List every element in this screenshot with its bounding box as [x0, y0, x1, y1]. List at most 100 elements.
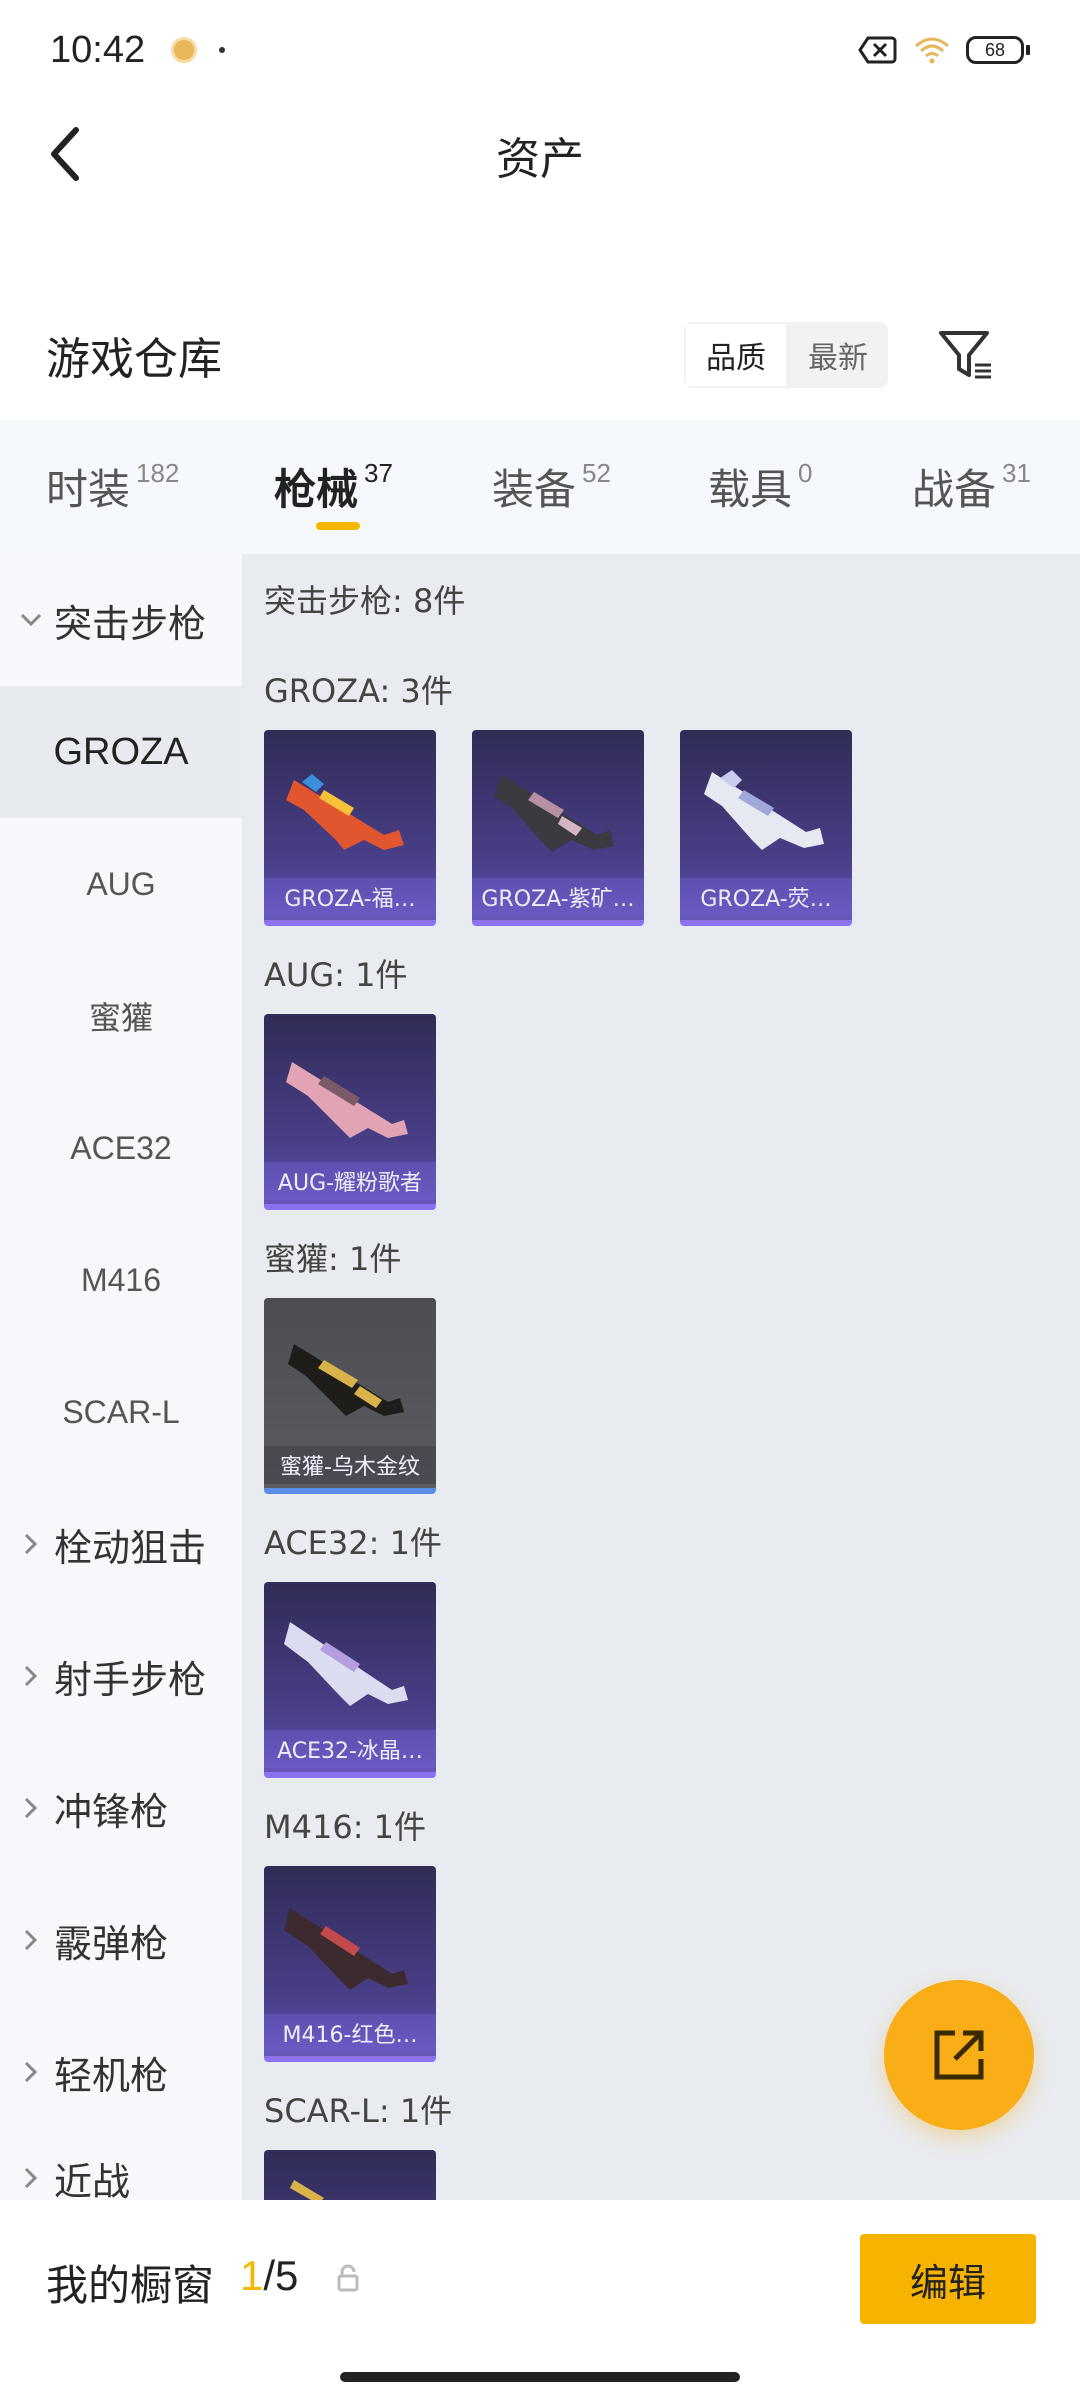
item-name: GROZA-福… — [264, 878, 436, 916]
showcase-current: 1 — [240, 2252, 264, 2299]
home-indicator — [340, 2372, 740, 2382]
tab-count: 0 — [798, 458, 813, 488]
item-card[interactable]: 蜜獾-乌木金纹 — [264, 1298, 436, 1494]
weapon-image — [704, 770, 824, 850]
active-tab-indicator — [316, 522, 360, 530]
header: 资产 — [0, 100, 1080, 210]
group-header: 蜜獾: 1件 — [264, 1240, 402, 1278]
item-name: GROZA-荧… — [680, 878, 852, 916]
sidebar-item-groza[interactable]: GROZA — [0, 686, 242, 818]
status-dot — [219, 47, 226, 53]
notification-icon — [171, 37, 198, 63]
weapon-image — [286, 1062, 408, 1138]
sidebar-category-bolt-sniper[interactable]: 栓动狙击 — [0, 1478, 242, 1610]
wifi-icon — [915, 37, 949, 64]
tab-battle-gear[interactable]: 战备 31 — [912, 456, 1031, 517]
sidebar-category-melee[interactable]: 近战 — [0, 2138, 242, 2200]
item-name: AUG-耀粉歌者 — [264, 1162, 436, 1200]
item-grid: 突击步枪: 8件 GROZA: 3件 GROZA-福… GROZA-紫矿… GR… — [242, 554, 1080, 2200]
sidebar-category-label: 栓动狙击 — [54, 1525, 207, 1570]
page-title: 资产 — [496, 134, 584, 185]
tab-count: 31 — [1002, 458, 1031, 488]
sidebar-item-aug[interactable]: AUG — [0, 818, 242, 950]
weapon-image — [284, 1908, 408, 1990]
category-tabs: 时装 182 枪械 37 装备 52 载具 0 战备 31 — [0, 420, 1080, 554]
chevron-right-icon — [18, 2165, 44, 2191]
sort-toggle: 品质 最新 — [684, 322, 888, 388]
status-time: 10:42 — [50, 28, 146, 71]
sidebar-category-label: 近战 — [54, 2159, 131, 2201]
item-name: M416-红色… — [264, 2014, 436, 2052]
tab-vehicles[interactable]: 载具 0 — [708, 456, 812, 517]
close-box-icon — [858, 36, 897, 64]
tab-fashion[interactable]: 时装 182 — [46, 456, 179, 517]
category-header: 突击步枪: 8件 — [264, 582, 466, 620]
sidebar-item-ace32[interactable]: ACE32 — [0, 1082, 242, 1214]
sidebar-category-label: 突击步枪 — [54, 601, 207, 646]
sidebar-category-shotgun[interactable]: 霰弹枪 — [0, 1874, 242, 2006]
chevron-left-icon — [51, 127, 79, 181]
tab-label: 载具 — [708, 465, 793, 514]
chevron-right-icon — [18, 1795, 44, 1821]
group-header: M416: 1件 — [264, 1808, 427, 1846]
item-card[interactable]: GROZA-紫矿… — [472, 730, 644, 926]
group-header: GROZA: 3件 — [264, 672, 453, 710]
sidebar-category-label: 射手步枪 — [54, 1657, 207, 1702]
filter-button[interactable] — [932, 322, 998, 388]
weapon-image — [284, 1622, 408, 1706]
sidebar-item-honey-badger[interactable]: 蜜獾 — [0, 950, 242, 1082]
tab-label: 时装 — [46, 465, 131, 514]
status-icons: 68 — [858, 34, 1030, 66]
status-bar: 10:42 68 — [0, 0, 1080, 100]
sidebar-category-marksman-rifle[interactable]: 射手步枪 — [0, 1610, 242, 1742]
tab-count: 52 — [582, 458, 611, 488]
battery-level: 68 — [966, 36, 1024, 64]
tab-count: 182 — [136, 458, 180, 488]
weapon-image — [286, 774, 404, 850]
item-card[interactable] — [264, 2150, 436, 2200]
tab-equipment[interactable]: 装备 52 — [492, 456, 611, 517]
sort-option-quality[interactable]: 品质 — [684, 322, 788, 388]
item-name: ACE32-冰晶… — [264, 1730, 436, 1768]
back-button[interactable] — [36, 124, 96, 184]
showcase-total: /5 — [263, 2252, 299, 2299]
weapon-image — [290, 2180, 324, 2200]
sidebar-category-assault-rifle[interactable]: 突击步枪 — [0, 554, 242, 686]
tab-count: 37 — [364, 458, 393, 488]
sidebar-category-smg[interactable]: 冲锋枪 — [0, 1742, 242, 1874]
tab-guns[interactable]: 枪械 37 — [274, 456, 393, 517]
bottom-bar: 我的橱窗 1/5 编辑 — [0, 2200, 1080, 2400]
warehouse-row: 游戏仓库 品质 最新 — [0, 300, 1080, 410]
tab-label: 枪械 — [274, 465, 359, 514]
item-card[interactable]: GROZA-荧… — [680, 730, 852, 926]
group-header: AUG: 1件 — [264, 956, 408, 994]
sidebar-category-label: 霰弹枪 — [54, 1921, 169, 1966]
item-name: 蜜獾-乌木金纹 — [264, 1446, 436, 1484]
share-icon — [934, 2030, 984, 2080]
item-card[interactable]: GROZA-福… — [264, 730, 436, 926]
chevron-right-icon — [18, 1663, 44, 1689]
sidebar-category-label: 轻机枪 — [54, 2053, 169, 2098]
sidebar-item-scar-l[interactable]: SCAR-L — [0, 1346, 242, 1478]
item-card[interactable]: ACE32-冰晶… — [264, 1582, 436, 1778]
share-button[interactable] — [884, 1980, 1034, 2130]
item-card[interactable]: M416-红色… — [264, 1866, 436, 2062]
group-header: ACE32: 1件 — [264, 1524, 442, 1562]
sidebar-item-m416[interactable]: M416 — [0, 1214, 242, 1346]
edit-button[interactable]: 编辑 — [860, 2234, 1036, 2324]
sort-option-newest[interactable]: 最新 — [788, 322, 888, 388]
sidebar: 突击步枪 GROZA AUG 蜜獾 ACE32 M416 SCAR-L 栓动狙击… — [0, 554, 242, 2200]
chevron-right-icon — [18, 2059, 44, 2085]
tab-label: 装备 — [492, 465, 577, 514]
showcase-count: 1/5 — [240, 2252, 298, 2300]
filter-icon — [939, 331, 991, 379]
warehouse-title: 游戏仓库 — [46, 334, 222, 385]
weapon-image — [288, 1344, 404, 1416]
item-card[interactable]: AUG-耀粉歌者 — [264, 1014, 436, 1210]
showcase-label: 我的橱窗 — [46, 2261, 215, 2310]
chevron-right-icon — [18, 1927, 44, 1953]
battery-icon: 68 — [966, 36, 1030, 64]
chevron-right-icon — [18, 1531, 44, 1557]
sidebar-category-lmg[interactable]: 轻机枪 — [0, 2006, 242, 2138]
tab-label: 战备 — [912, 465, 997, 514]
